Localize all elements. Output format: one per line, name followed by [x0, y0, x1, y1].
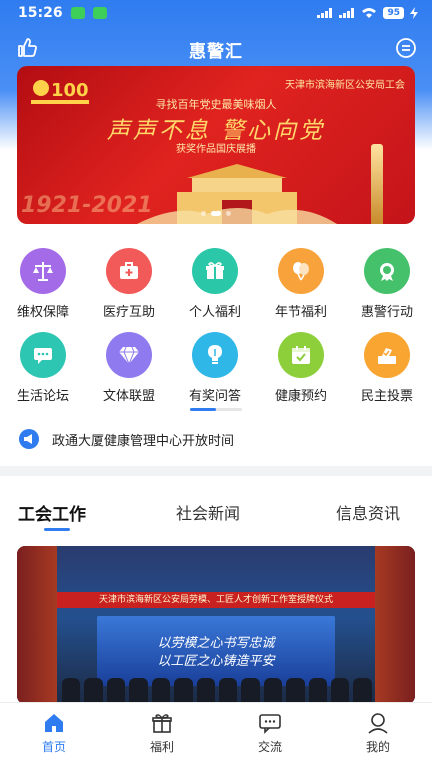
- carousel-dot[interactable]: [226, 211, 231, 216]
- grid-item-police-action[interactable]: 惠警行动: [344, 248, 430, 320]
- banner-carousel[interactable]: 100 天津市滨海新区公安局工会 寻找百年党史最美味烟人 声声不息 警心向党 获…: [17, 66, 415, 224]
- nav-label: 交流: [257, 740, 282, 754]
- nav-exchange[interactable]: 交流: [216, 703, 324, 760]
- balloon-icon: [278, 248, 324, 294]
- megaphone-icon: [19, 429, 39, 449]
- lightbulb-icon: [192, 332, 238, 378]
- app-header: 惠警汇: [0, 30, 432, 68]
- grid-item-personal-benefits[interactable]: 个人福利: [172, 248, 258, 320]
- diamond-icon: [106, 332, 152, 378]
- signal-icon: [317, 8, 333, 18]
- nav-profile[interactable]: 我的: [324, 703, 432, 760]
- charging-icon: [410, 7, 418, 19]
- grid-item-label: 维权保障: [16, 305, 69, 320]
- stage-banner: 天津市滨海新区公安局劳模、工匠人才创新工作室授牌仪式: [57, 592, 375, 608]
- banner-organization: 天津市滨海新区公安局工会: [285, 80, 405, 91]
- chat-icon: [259, 714, 281, 734]
- notice-text: 政通大厦健康管理中心开放时间: [52, 433, 235, 449]
- grid-item-quiz[interactable]: 有奖问答: [172, 332, 258, 404]
- active-tab-underline: [44, 528, 70, 531]
- wifi-icon: [362, 8, 377, 18]
- status-indicators: 95: [317, 7, 418, 19]
- news-photo-card[interactable]: 天津市滨海新区公安局劳模、工匠人才创新工作室授牌仪式 以劳模之心书写忠诚 以工匠…: [17, 546, 415, 704]
- medical-kit-icon: [106, 248, 152, 294]
- status-bar: 15:26 95: [0, 0, 432, 26]
- stage-curtain-right: [375, 546, 415, 704]
- notification-icon: [70, 7, 85, 19]
- chat-icon: [20, 332, 66, 378]
- battery-indicator: 95: [383, 7, 404, 19]
- grid-item-label: 年节福利: [274, 305, 327, 320]
- thumbs-up-icon[interactable]: [15, 36, 39, 60]
- badge-icon: [364, 248, 410, 294]
- home-icon: [45, 714, 63, 732]
- grid-item-culture-sports[interactable]: 文体联盟: [86, 332, 172, 404]
- vote-icon: [364, 332, 410, 378]
- grid-item-label: 惠警行动: [360, 305, 413, 320]
- grid-item-voting[interactable]: 民主投票: [344, 332, 430, 404]
- tab-union-work[interactable]: 工会工作: [18, 500, 86, 525]
- calendar-icon: [278, 332, 324, 378]
- bottom-navigation: 首页 福利 交流 我的: [0, 702, 432, 760]
- page-title: 惠警汇: [189, 41, 243, 62]
- notification-icon: [92, 7, 107, 19]
- banner-subtitle-top: 寻找百年党史最美味烟人: [155, 98, 277, 111]
- grid-item-label: 健康预约: [274, 389, 327, 404]
- scales-icon: [20, 248, 66, 294]
- grid-item-label: 生活论坛: [16, 389, 69, 404]
- nav-label: 我的: [365, 740, 390, 754]
- tab-information[interactable]: 信息资讯: [336, 500, 400, 524]
- group-of-people: [62, 674, 372, 704]
- user-icon: [368, 713, 388, 734]
- grid-item-label: 民主投票: [360, 389, 413, 404]
- nav-label: 首页: [41, 740, 66, 754]
- section-divider: [0, 466, 432, 476]
- carousel-dot-active[interactable]: [211, 211, 221, 216]
- carousel-dot[interactable]: [201, 211, 206, 216]
- grid-item-label: 个人福利: [188, 305, 241, 320]
- status-time: 15:26: [18, 5, 63, 21]
- stage-screen-line1: 以劳模之心书写忠诚: [157, 636, 275, 651]
- nav-home[interactable]: 首页: [0, 703, 108, 760]
- stage-curtain-left: [17, 546, 57, 704]
- notice-bar[interactable]: 政通大厦健康管理中心开放时间: [18, 428, 234, 450]
- grid-item-medical[interactable]: 医疗互助: [86, 248, 172, 320]
- carousel-dots: [17, 211, 415, 216]
- grid-item-label: 文体联盟: [102, 389, 155, 404]
- grid-item-health-booking[interactable]: 健康预约: [258, 332, 344, 404]
- grid-item-rights[interactable]: 维权保障: [0, 248, 86, 320]
- grid-item-festival-benefits[interactable]: 年节福利: [258, 248, 344, 320]
- message-icon[interactable]: [394, 36, 418, 60]
- gift-icon: [152, 714, 172, 733]
- stage-screen-line2: 以工匠之心铸造平安: [157, 654, 275, 669]
- nav-label: 福利: [149, 740, 174, 754]
- nav-benefits[interactable]: 福利: [108, 703, 216, 760]
- grid-item-forum[interactable]: 生活论坛: [0, 332, 86, 404]
- gift-icon: [192, 248, 238, 294]
- grid-item-label: 有奖问答: [188, 389, 241, 404]
- tab-social-news[interactable]: 社会新闻: [176, 500, 240, 524]
- grid-item-label: 医疗互助: [102, 305, 155, 320]
- signal-icon: [339, 8, 355, 18]
- grid-page-indicator: [190, 408, 242, 411]
- home-indicator-area: [0, 760, 432, 768]
